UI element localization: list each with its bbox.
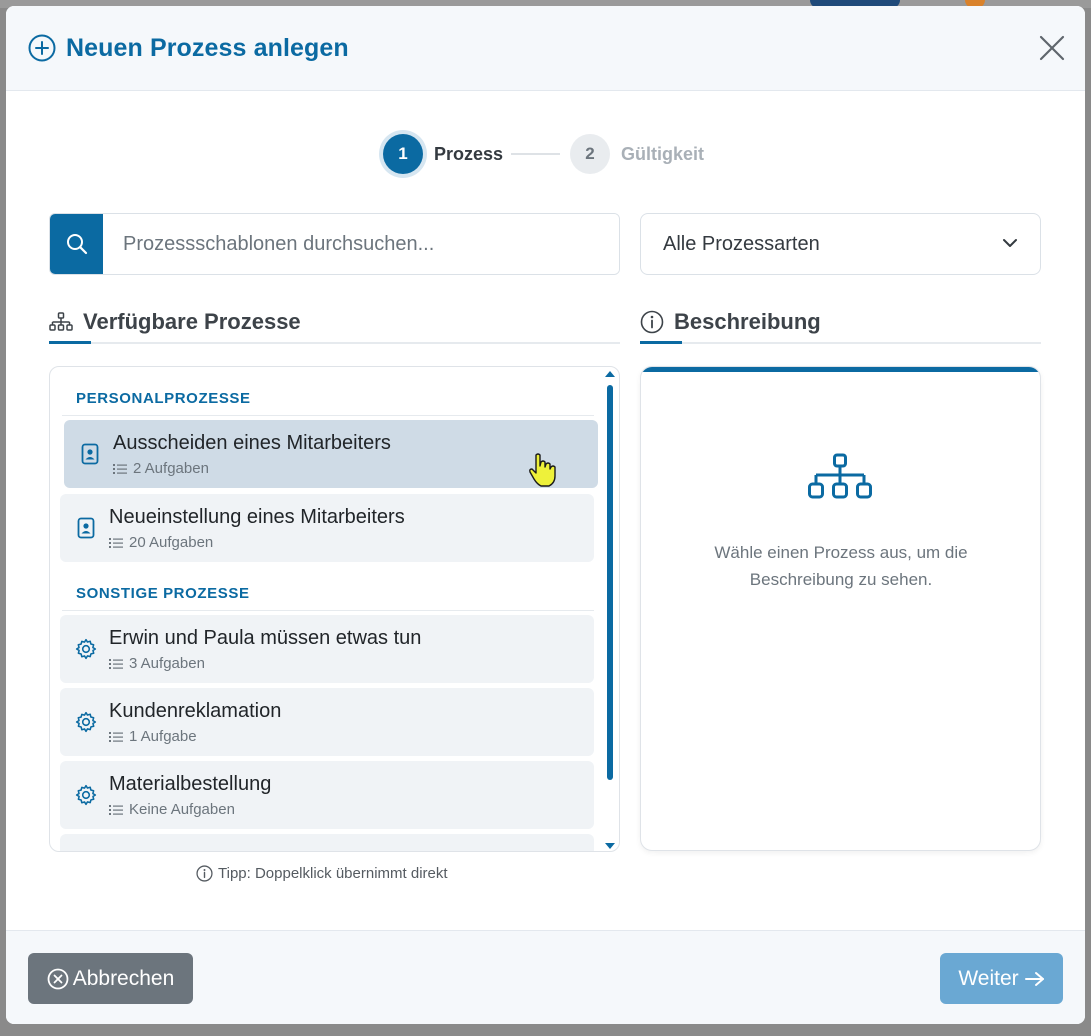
description-accent-bar bbox=[641, 367, 1040, 372]
search-input[interactable] bbox=[103, 214, 619, 274]
process-type-selected: Alle Prozessarten bbox=[663, 232, 820, 255]
task-count: 2 Aufgaben bbox=[133, 460, 209, 477]
hand-pointer-cursor-icon bbox=[527, 452, 557, 493]
cancel-button[interactable]: Abbrechen bbox=[28, 953, 193, 1004]
scroll-down-arrow-icon[interactable] bbox=[605, 843, 615, 849]
process-type-select[interactable]: Alle Prozessarten bbox=[640, 213, 1041, 275]
task-list-icon bbox=[109, 804, 123, 816]
create-process-dialog: Neuen Prozess anlegen 1 Prozess 2 Gültig… bbox=[6, 6, 1085, 1024]
x-circle-icon bbox=[47, 968, 69, 990]
scroll-thumb[interactable] bbox=[607, 385, 613, 780]
step-1-label: Prozess bbox=[434, 144, 504, 164]
list-item-title: Erwin und Paula müssen etwas tun bbox=[109, 627, 422, 649]
id-badge-icon bbox=[79, 443, 101, 465]
heading-underline bbox=[640, 341, 682, 344]
task-list-icon bbox=[109, 658, 123, 670]
step-2-circle: 2 bbox=[570, 134, 610, 174]
list-item-subtitle: 3 Aufgaben bbox=[109, 655, 205, 672]
task-list-icon bbox=[109, 537, 123, 549]
step-connector bbox=[511, 153, 560, 155]
group-label-personal: PERSONALPROZESSE bbox=[76, 390, 251, 407]
dialog-footer: Abbrechen Weiter bbox=[6, 930, 1085, 1024]
list-item-subtitle: 2 Aufgaben bbox=[113, 460, 209, 477]
info-icon bbox=[640, 310, 664, 334]
sitemap-icon bbox=[49, 312, 73, 332]
task-count: Keine Aufgaben bbox=[129, 801, 235, 818]
step-2-label: Gültigkeit bbox=[621, 144, 705, 164]
process-list[interactable]: PERSONALPROZESSE Ausscheiden eines Mitar… bbox=[49, 366, 620, 852]
dialog-title: Neuen Prozess anlegen bbox=[66, 33, 349, 62]
description-empty-text: Wähle einen Prozess aus, um die Beschrei… bbox=[714, 543, 968, 589]
task-list-icon bbox=[113, 463, 127, 475]
next-button[interactable]: Weiter bbox=[940, 953, 1063, 1004]
list-item-subtitle: 1 Aufgabe bbox=[109, 728, 197, 745]
tip-text: Tipp: Doppelklick übernimmt direkt bbox=[196, 865, 448, 882]
task-count: 20 Aufgaben bbox=[129, 534, 214, 551]
step-1-circle: 1 bbox=[383, 134, 423, 174]
group-divider bbox=[62, 415, 594, 416]
dialog-header: Neuen Prozess anlegen bbox=[6, 6, 1085, 91]
id-badge-icon bbox=[75, 517, 97, 539]
list-item[interactable]: Kundenreklamation 1 Aufgabe bbox=[60, 688, 594, 756]
arrow-right-icon bbox=[1024, 971, 1045, 987]
stepper: 1 Prozess 2 Gültigkeit bbox=[6, 134, 1085, 174]
list-item[interactable]: Materialbestellung Keine Aufgaben bbox=[60, 761, 594, 829]
list-item-subtitle: Keine Aufgaben bbox=[109, 801, 235, 818]
list-item-title: Ausscheiden eines Mitarbeiters bbox=[113, 432, 391, 454]
search-icon[interactable] bbox=[50, 214, 103, 274]
description-title: Beschreibung bbox=[674, 309, 821, 334]
available-processes-heading: Verfügbare Prozesse bbox=[49, 302, 620, 344]
list-scrollbar[interactable] bbox=[605, 371, 615, 849]
available-processes-title: Verfügbare Prozesse bbox=[83, 309, 301, 334]
sitemap-icon bbox=[807, 453, 873, 510]
list-item-title: Kundenreklamation bbox=[109, 700, 282, 722]
plus-circle-icon bbox=[28, 34, 56, 62]
list-item[interactable]: Neueinstellung eines Mitarbeiters 20 Auf… bbox=[60, 494, 594, 562]
description-heading: Beschreibung bbox=[640, 302, 1041, 344]
description-panel: Wähle einen Prozess aus, um die Beschrei… bbox=[640, 366, 1041, 851]
gear-icon bbox=[75, 638, 97, 660]
list-item[interactable]: Ausscheiden eines Mitarbeiters 2 Aufgabe… bbox=[64, 420, 598, 488]
chevron-down-icon bbox=[1002, 235, 1018, 253]
task-count: 3 Aufgaben bbox=[129, 655, 205, 672]
group-label-other: SONSTIGE PROZESSE bbox=[76, 585, 250, 602]
gear-icon bbox=[75, 784, 97, 806]
search-group bbox=[49, 213, 620, 275]
close-icon[interactable] bbox=[1039, 35, 1065, 61]
gear-icon bbox=[75, 711, 97, 733]
list-item[interactable]: Erwin und Paula müssen etwas tun 3 Aufga… bbox=[60, 615, 594, 683]
list-item-title: Materialbestellung bbox=[109, 773, 272, 795]
list-item-subtitle: 20 Aufgaben bbox=[109, 534, 213, 551]
scroll-up-arrow-icon[interactable] bbox=[605, 371, 615, 377]
task-count: 1 Aufgabe bbox=[129, 728, 197, 745]
cancel-label: Abbrechen bbox=[72, 966, 175, 990]
group-divider bbox=[62, 610, 594, 611]
heading-underline bbox=[49, 341, 91, 344]
task-list-icon bbox=[109, 731, 123, 743]
list-item-title: Neueinstellung eines Mitarbeiters bbox=[109, 506, 405, 528]
next-label: Weiter bbox=[958, 966, 1019, 990]
info-icon bbox=[196, 865, 213, 882]
tip-label: Tipp: Doppelklick übernimmt direkt bbox=[218, 865, 448, 882]
list-item-partial[interactable] bbox=[60, 834, 594, 851]
